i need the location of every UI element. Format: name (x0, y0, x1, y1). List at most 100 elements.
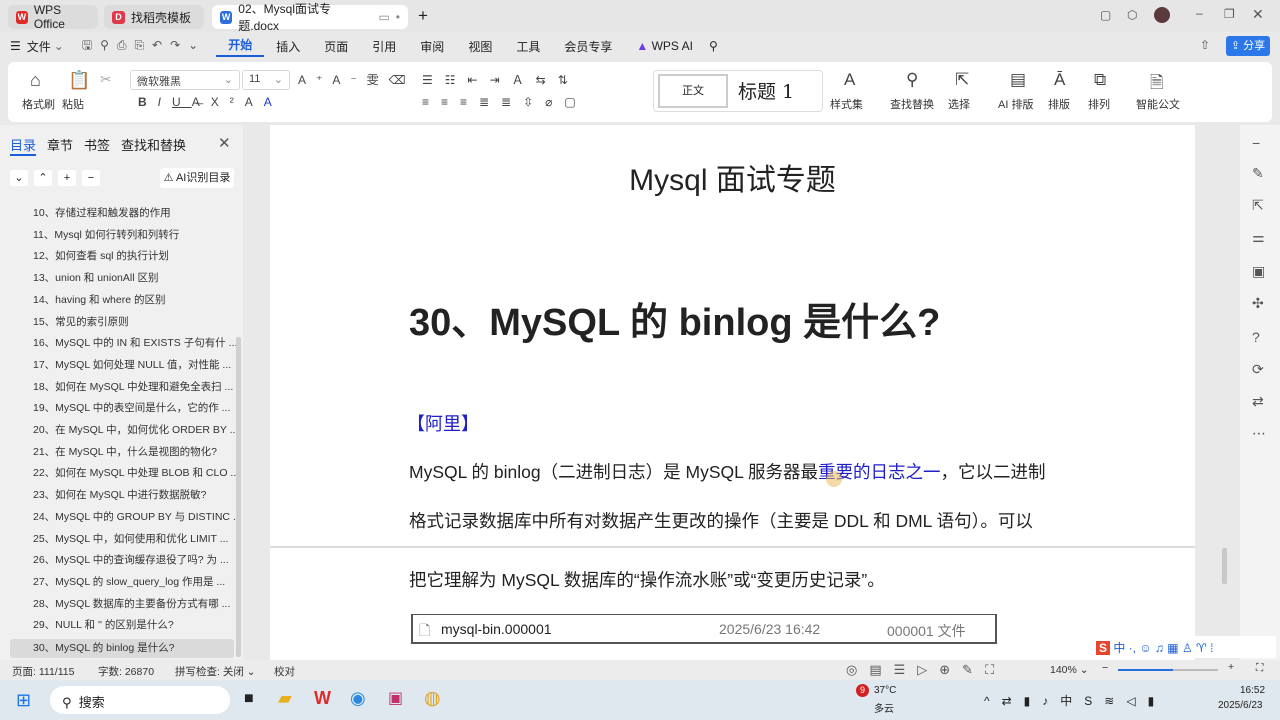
toc-item[interactable]: 11、Mysql 如何行转列和列转行 (33, 227, 179, 242)
system-tray-icons[interactable]: ^⇄▮♪中S≋◁▮ (984, 692, 1166, 709)
hamburger-icon[interactable]: ☰ (10, 39, 21, 53)
toc-item[interactable]: 28、MySQL 数据库的主要备份方式有哪 ... (33, 596, 230, 611)
proofread-button[interactable]: 校对 (274, 664, 295, 679)
zoom-slider[interactable] (1118, 669, 1218, 671)
spell-check[interactable]: 拼写检查: 关闭 ⌄ (175, 664, 256, 679)
fit-screen-icon[interactable]: ⛶ (1256, 662, 1263, 675)
file-explorer-icon[interactable]: ▰ (278, 688, 292, 709)
toc-item[interactable]: 29、NULL 和 '' 的区别是什么? (33, 617, 174, 632)
page-indicator[interactable]: 页面: 111/115 (12, 664, 74, 679)
help-icon[interactable]: ? (1252, 329, 1260, 345)
cube-icon[interactable]: ⬡ (1127, 8, 1137, 22)
menu-reference[interactable]: 引用 (360, 38, 408, 55)
edit-icon[interactable]: ✎ (1252, 165, 1264, 182)
style-heading-1[interactable]: 标题 1 (738, 77, 794, 104)
avatar[interactable] (1154, 7, 1170, 23)
layout-button[interactable]: 排版 (1048, 96, 1070, 112)
toc-item[interactable]: 22、如何在 MySQL 中处理 BLOB 和 CLO ... (33, 465, 239, 480)
chrome-icon[interactable]: ◍ (424, 687, 441, 710)
close-pane-icon[interactable]: ✕ (218, 134, 231, 152)
translate-icon[interactable]: ⇄ (1252, 393, 1264, 410)
tab-templates[interactable]: D 找稻壳模板 (104, 5, 204, 29)
font-tools-icons[interactable]: A⁺A⁻雯⌫ (298, 71, 416, 88)
document-page[interactable]: Mysql 面试专题 30、MySQL 的 binlog 是什么? 【阿里】 M… (270, 125, 1195, 660)
toc-item[interactable]: 19、MySQL 中的表空间是什么，它的作 ... (33, 400, 230, 415)
word-count[interactable]: 字数: 26870 (98, 664, 154, 679)
toc-item[interactable]: 27、MySQL 的 slow_query_log 作用是 ... (33, 574, 225, 589)
ime-toolbar[interactable]: S 中 ·, ☺ ♫ ▦ ♙ ♈ ⁞ (1092, 636, 1276, 658)
tools-icon[interactable]: ✣ (1252, 295, 1264, 312)
share-button[interactable]: ⇪ 分享 (1226, 36, 1270, 56)
view-mode-icons[interactable]: ◎▤☰▷⊕✎⛶ (846, 662, 1006, 678)
tab-document[interactable]: W 02、Mysql面试专题.docx ▭ • (212, 2, 408, 33)
more-icon[interactable]: ⋯ (1252, 425, 1266, 442)
close-icon[interactable]: ✕ (1252, 6, 1264, 23)
minimize-icon[interactable]: – (1196, 6, 1203, 20)
new-tab-icon[interactable]: + (418, 6, 428, 26)
toc-item[interactable]: 23、如何在 MySQL 中进行数据脱敏? (33, 487, 206, 502)
toc-item[interactable]: 13、union 和 unionAll 区别 (33, 270, 158, 285)
font-family-select[interactable]: 微软雅黑 ⌄ (130, 70, 240, 90)
ai-toc-button[interactable]: ⚠ AI识别目录 (160, 168, 234, 188)
toc-item[interactable]: 21、在 MySQL 中，什么是视图的物化? (33, 444, 217, 459)
clock-time[interactable]: 16:52 (1240, 685, 1265, 696)
zoom-in-icon[interactable]: + (1228, 661, 1234, 673)
document-scrollbar[interactable] (1222, 548, 1227, 584)
zoom-level[interactable]: 140% ⌄ (1050, 664, 1089, 676)
style-normal[interactable]: 正文 (658, 74, 728, 108)
temperature[interactable]: 37°C (874, 685, 896, 696)
zoom-out-icon[interactable]: − (1102, 662, 1108, 674)
toc-item[interactable]: 16、MySQL 中的 IN 和 EXISTS 子句有什 ... (33, 335, 237, 350)
toc-item[interactable]: 20、在 MySQL 中，如何优化 ORDER BY ... (33, 422, 238, 437)
tab-wps-office[interactable]: W WPS Office (8, 3, 98, 31)
cloud-upload-icon[interactable]: ⇧ (1200, 38, 1210, 52)
toc-item[interactable]: 17、MySQL 如何处理 NULL 值，对性能 ... (33, 357, 231, 372)
font-size-select[interactable]: 11 ⌄ (242, 70, 290, 90)
cut-icon[interactable]: ✂ (100, 71, 112, 88)
toc-item[interactable]: 24、MySQL 中的 GROUP BY 与 DISTINC ... (33, 509, 242, 524)
browser-icon[interactable]: ◉ (350, 688, 366, 709)
ai-layout-button[interactable]: AI 排版 (998, 96, 1033, 112)
toc-item[interactable]: 18、如何在 MySQL 中处理和避免全表扫 ... (33, 379, 233, 394)
ide-icon[interactable]: ▣ (388, 688, 403, 708)
minus-icon[interactable]: − (1252, 135, 1260, 151)
monitor-icon[interactable]: ▭ (378, 10, 389, 24)
cursor-icon[interactable]: ⇱ (1252, 197, 1264, 214)
restore-icon[interactable]: ❐ (1224, 7, 1235, 21)
toc-item[interactable]: 15、常见的索引原则 (33, 314, 129, 329)
select-button[interactable]: 选择 (948, 96, 970, 112)
tab-bookmarks[interactable]: 书签 (84, 135, 110, 154)
align-icons[interactable]: ≡≡≡≣≣⇳⌀▢ (422, 95, 588, 109)
list-icons[interactable]: ☰☷⇤⇥Ａ⇆⇅ (422, 71, 580, 88)
remove-level-icon[interactable]: − (82, 170, 100, 186)
tab-toc[interactable]: 目录 (10, 135, 37, 156)
collapse-icon[interactable]: ⌄ (10, 170, 28, 186)
sliders-icon[interactable]: ⚌ (1252, 229, 1265, 246)
arrange-button[interactable]: 排列 (1088, 96, 1110, 112)
weather-status[interactable]: 多云 (874, 700, 894, 715)
menu-file[interactable]: 文件 (27, 38, 51, 55)
paste-button[interactable]: 粘贴 (62, 96, 84, 112)
image-icon[interactable]: ▣ (1252, 263, 1265, 280)
window-layout-icon[interactable]: ▢ (1100, 8, 1111, 22)
wps-taskbar-icon[interactable]: W (314, 688, 331, 709)
clock-date[interactable]: 2025/6/23 (1218, 700, 1263, 711)
menu-tools[interactable]: 工具 (504, 38, 552, 55)
add-level-icon[interactable]: + (58, 170, 76, 186)
toc-item[interactable]: 30、MySQL 的 binlog 是什么? (10, 639, 234, 658)
toc-item[interactable]: 12、如何查看 sql 的执行计划 (33, 248, 169, 263)
taskbar-search[interactable]: ⚲ 搜索 (50, 686, 230, 714)
quick-access-icons[interactable]: 🖫⚲⎙⎘↶↷⌄ (82, 36, 206, 57)
toc-scrollbar[interactable] (236, 337, 241, 657)
search-icon[interactable]: ⚲ (709, 39, 718, 53)
menu-start[interactable]: 开始 (216, 36, 265, 57)
convert-icon[interactable]: ⟳ (1252, 361, 1264, 378)
menu-wps-ai[interactable]: ▲ WPS AI (624, 39, 705, 53)
tab-chapters[interactable]: 章节 (47, 135, 73, 154)
menu-page[interactable]: 页面 (312, 38, 360, 55)
find-replace-button[interactable]: 查找替换 (890, 96, 934, 112)
menu-view[interactable]: 视图 (456, 38, 504, 55)
toc-item[interactable]: 26、MySQL 中的查询缓存退役了吗? 为 ... (33, 552, 229, 567)
windows-start-icon[interactable]: ⊞ (16, 690, 31, 711)
style-set-button[interactable]: 样式集 (830, 96, 863, 112)
